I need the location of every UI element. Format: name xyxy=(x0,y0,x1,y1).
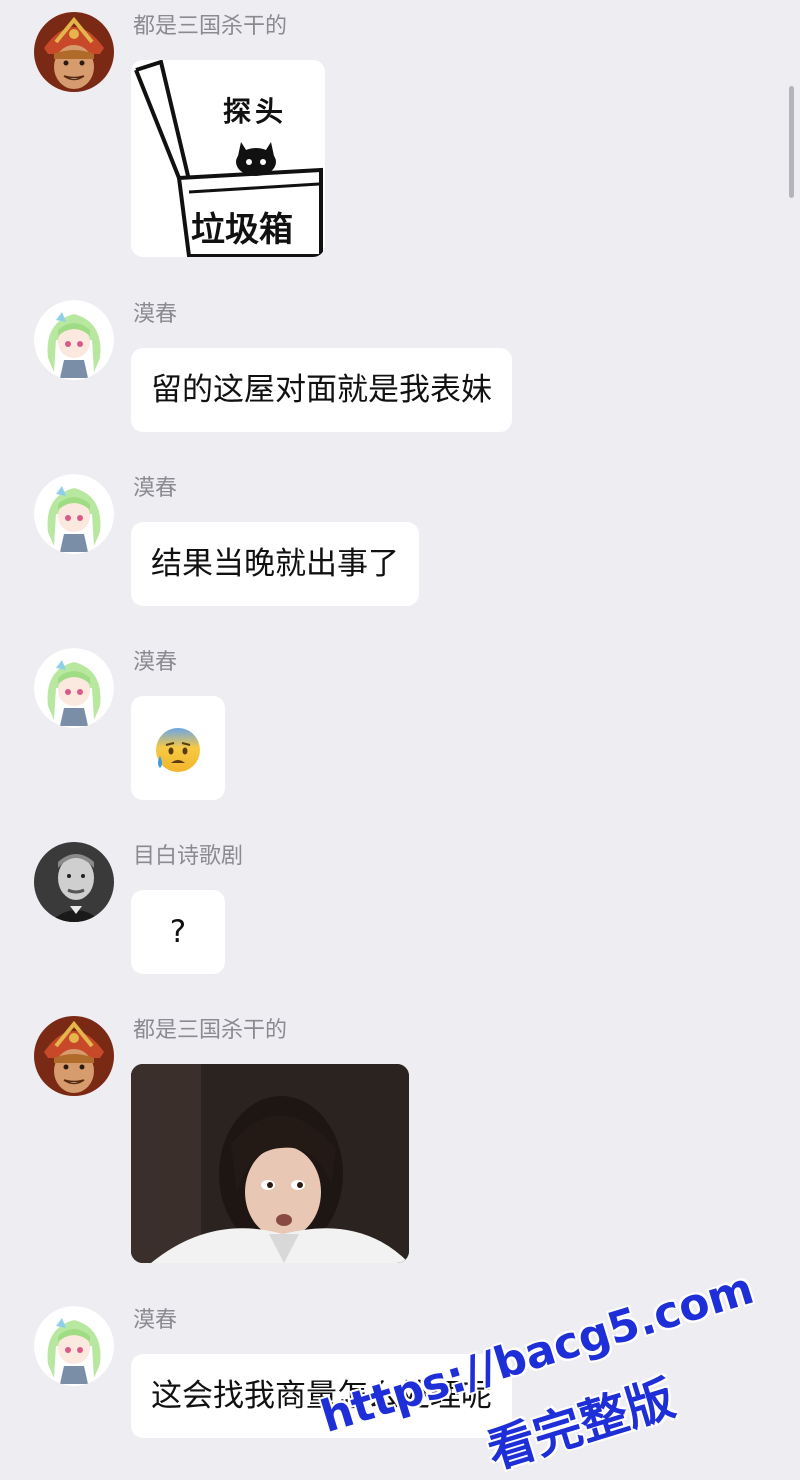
scrollbar[interactable] xyxy=(789,86,794,198)
anime-girl-avatar-icon xyxy=(34,474,114,554)
avatar-warrior[interactable] xyxy=(34,12,114,92)
sender-name: 漠春 xyxy=(133,1308,178,1333)
sender-name: 漠春 xyxy=(133,302,178,327)
message-bubble[interactable]: ? xyxy=(131,890,225,974)
message-bubble[interactable]: 结果当晚就出事了 xyxy=(131,522,419,606)
avatar-anime-girl[interactable] xyxy=(34,300,114,380)
anime-girl-avatar-icon xyxy=(34,648,114,728)
avatar-anime-girl[interactable] xyxy=(34,474,114,554)
warrior-avatar-icon xyxy=(34,12,114,92)
sticker-image[interactable]: 探头 垃圾箱 xyxy=(131,60,325,257)
anime-girl-avatar-icon xyxy=(34,300,114,380)
sender-name: 漠春 xyxy=(133,476,178,501)
sender-name: 目白诗歌剧 xyxy=(133,844,244,869)
portrait-avatar-icon xyxy=(34,842,114,922)
message-bubble[interactable]: 留的这屋对面就是我表妹 xyxy=(131,348,512,432)
avatar-anime-girl[interactable] xyxy=(34,648,114,728)
sender-name: 漠春 xyxy=(133,650,178,675)
emoji-bubble[interactable] xyxy=(131,696,225,800)
surprised-person-photo xyxy=(131,1064,409,1263)
warrior-avatar-icon xyxy=(34,1016,114,1096)
sender-name: 都是三国杀干的 xyxy=(133,1018,288,1043)
avatar-old-man[interactable] xyxy=(34,842,114,922)
sticker-caption-top: 探头 xyxy=(223,95,288,128)
sticker-caption-box: 垃圾箱 xyxy=(191,210,293,250)
photo-image[interactable] xyxy=(131,1064,409,1263)
anxious-sweat-emoji-icon xyxy=(156,727,200,772)
sender-name: 都是三国杀干的 xyxy=(133,14,288,39)
avatar-anime-girl[interactable] xyxy=(34,1306,114,1386)
anime-girl-avatar-icon xyxy=(34,1306,114,1386)
avatar-warrior[interactable] xyxy=(34,1016,114,1096)
chat-window: 都是三国杀干的 探头 垃圾箱 漠春 留的这屋对面就是我表妹 漠春 结果当晚就出事… xyxy=(0,0,800,1480)
